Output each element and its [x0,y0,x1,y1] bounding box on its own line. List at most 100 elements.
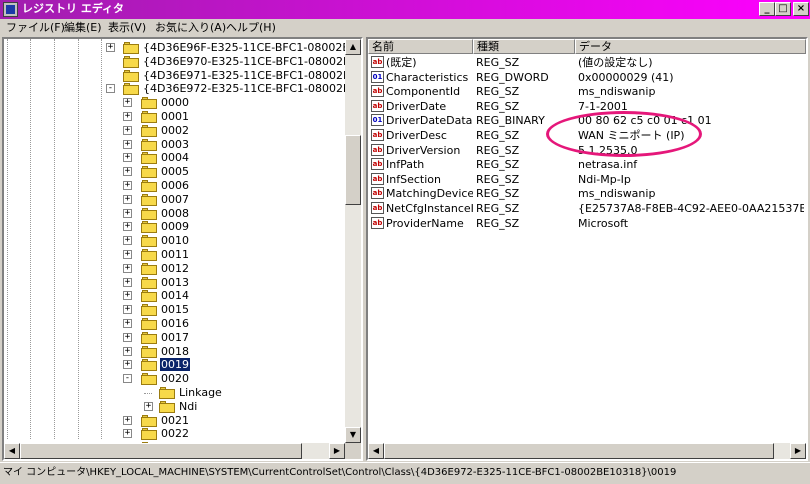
tree-node-label[interactable]: 0018 [160,345,190,358]
expand-node-toggle[interactable]: + [123,346,132,356]
expand-node-toggle[interactable]: + [123,415,132,425]
tree-node[interactable]: +0003 [4,138,345,152]
tree-node[interactable]: {4D36E970-E325-11CE-BFC1-08002BE10318} [4,55,361,69]
expand-node-toggle[interactable]: + [123,291,132,301]
column-header-data[interactable]: データ [575,39,806,54]
expand-node-toggle[interactable]: + [123,263,132,273]
expand-node-toggle[interactable]: + [144,401,153,411]
expand-node-toggle[interactable]: + [123,305,132,315]
tree-node-label[interactable]: 0007 [160,193,190,206]
tree-node[interactable]: +0021 [4,414,345,428]
value-row[interactable]: ab InfSection REG_SZ Ndi-Mp-Ip [368,172,806,187]
tree-node-label[interactable]: {4D36E971-E325-11CE-BFC1-08002BE10318} [142,69,361,82]
expand-node-toggle[interactable]: + [123,167,132,177]
tree-node[interactable]: +0018 [4,345,345,359]
scroll-left-button[interactable]: ◀ [4,443,20,459]
tree-node-label[interactable]: 0017 [160,331,190,344]
tree-node-label[interactable]: 0009 [160,220,190,233]
tree-node[interactable]: + Ndi [4,400,345,414]
expand-node-toggle[interactable]: + [123,208,132,218]
tree-node[interactable]: +0006 [4,179,345,193]
expand-node-toggle[interactable]: + [123,277,132,287]
value-row[interactable]: ab (既定) REG_SZ (値の設定なし) [368,55,806,70]
tree-node[interactable]: +0012 [4,262,345,276]
tree-node-label[interactable]: 0005 [160,165,190,178]
tree-node-label[interactable]: 0002 [160,124,190,137]
scroll-up-button[interactable]: ▲ [345,39,361,55]
tree-node[interactable]: +0013 [4,276,345,290]
title-bar[interactable]: レジストリ エディタ _ □ × [0,0,810,19]
tree-node-label[interactable]: 0001 [160,110,190,123]
tree-node[interactable]: +0001 [4,110,345,124]
value-row[interactable]: ab ComponentId REG_SZ ms_ndiswanip [368,84,806,99]
scroll-right-button[interactable]: ▶ [329,443,345,459]
tree-node[interactable]: +0002 [4,124,345,138]
tree-node[interactable]: +0019 [4,358,345,372]
tree-node[interactable]: +0000 [4,96,345,110]
tree-node-label[interactable]: 0016 [160,317,190,330]
minimize-button[interactable]: _ [759,2,775,16]
menu-view[interactable]: 表示(V) [108,21,146,35]
tree-node-label[interactable]: Ndi [178,400,198,413]
tree-node-label[interactable]: 0015 [160,303,190,316]
tree-node-label[interactable]: 0013 [160,276,190,289]
tree-node[interactable]: +0004 [4,151,345,165]
tree-node-label[interactable]: {4D36E970-E325-11CE-BFC1-08002BE10318} [142,55,361,68]
tree-node[interactable]: +0015 [4,303,345,317]
tree-node[interactable]: +0022 [4,427,345,441]
scroll-thumb[interactable] [20,443,302,459]
expand-node-toggle[interactable]: + [123,319,132,328]
tree-node-label[interactable]: 0003 [160,138,190,151]
list-horizontal-scrollbar[interactable]: ◀ ▶ [368,443,806,459]
tree-node-label[interactable]: 0008 [160,207,190,220]
expand-node-toggle[interactable]: + [123,139,132,149]
expand-node-toggle[interactable]: + [123,98,132,108]
tree-node[interactable]: Linkage [4,386,345,400]
tree-node[interactable]: +0017 [4,331,345,345]
tree-node-label[interactable]: {4D36E96F-E325-11CE-BFC1-08002BE10318} [142,41,361,54]
expand-node-toggle[interactable]: + [123,332,132,342]
menu-file[interactable]: ファイル(F) [6,21,65,35]
tree-node[interactable]: - 0020 [4,372,345,386]
expand-node-toggle[interactable]: + [123,194,132,204]
expand-node-toggle[interactable]: + [123,153,132,163]
expand-node-toggle[interactable]: + [123,125,132,135]
tree-node-label[interactable]: 0019 [160,358,190,372]
tree-node[interactable]: +0005 [4,165,345,179]
value-row[interactable]: ab DriverDate REG_SZ 7-1-2001 [368,99,806,114]
column-header-name[interactable]: 名前 [368,39,473,54]
value-row[interactable]: ab NetCfgInstanceId REG_SZ {E25737A8-F8EB-4… [368,201,806,216]
scroll-left-button[interactable]: ◀ [368,443,384,459]
tree-node-label[interactable]: {4D36E972-E325-11CE-BFC1-08002bE10318} [142,82,361,95]
tree-node-label[interactable]: 0000 [160,96,190,109]
tree-horizontal-scrollbar[interactable]: ◀ ▶ [4,443,345,459]
tree-node[interactable]: +0014 [4,289,345,303]
maximize-button[interactable]: □ [775,2,791,16]
expand-node-toggle[interactable]: + [123,112,132,121]
tree-node-label[interactable]: 0010 [160,234,190,247]
column-header-type[interactable]: 種類 [473,39,575,54]
menu-help[interactable]: ヘルプ(H) [226,21,276,35]
scroll-thumb[interactable] [345,135,361,205]
tree-vertical-scrollbar[interactable]: ▲ ▼ [345,39,361,443]
close-button[interactable]: × [793,2,809,16]
value-row[interactable]: ab ProviderName REG_SZ Microsoft [368,216,806,231]
collapse-node-toggle[interactable]: - [123,374,132,384]
tree-node-label[interactable]: Linkage [178,386,223,399]
expand-node-toggle[interactable]: + [123,250,132,259]
tree-node-label[interactable]: 0014 [160,289,190,302]
scroll-right-button[interactable]: ▶ [790,443,806,459]
value-row[interactable]: 01 Characteristics REG_DWORD 0x00000029 (41… [368,70,806,85]
expand-node-toggle[interactable]: + [123,429,132,439]
tree-node-label[interactable]: 0022 [160,427,190,440]
expand-node-toggle[interactable]: + [106,43,115,52]
expand-node-toggle[interactable]: + [123,236,132,246]
tree-node[interactable]: {4D36E971-E325-11CE-BFC1-08002BE10318} [4,69,361,83]
tree-node[interactable]: +0007 [4,193,345,207]
tree-node[interactable]: +0016 [4,317,345,331]
tree-node-label[interactable]: 0006 [160,179,190,192]
value-row[interactable]: ab InfPath REG_SZ netrasa.inf [368,157,806,172]
expand-node-toggle[interactable]: + [123,222,132,232]
menu-edit[interactable]: 編集(E) [64,21,102,35]
registry-key-tree[interactable]: +{4D36E96F-E325-11CE-BFC1-08002BE10318}{… [2,37,363,461]
